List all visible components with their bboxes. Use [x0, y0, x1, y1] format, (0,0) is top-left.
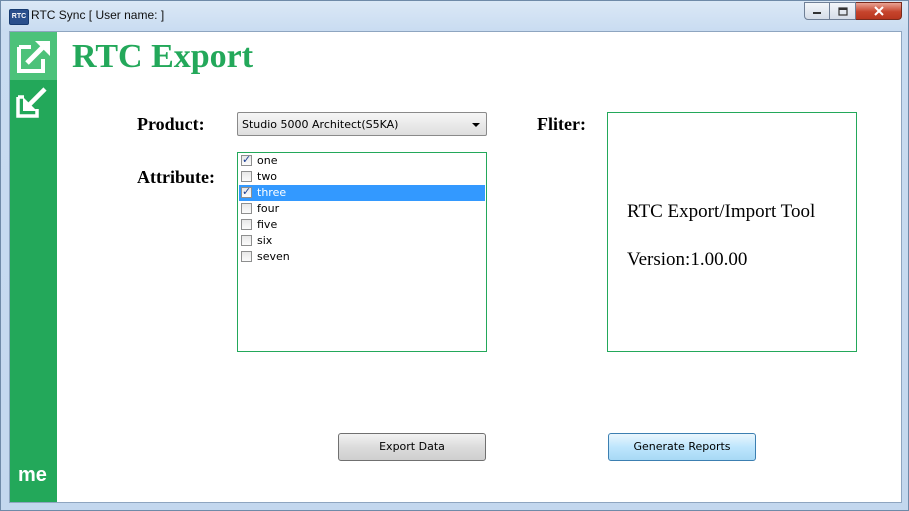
close-button[interactable] [856, 2, 902, 20]
product-dropdown[interactable]: Studio 5000 Architect(S5KA) [237, 112, 487, 136]
window-title: RTC Sync [ User name: ] [31, 8, 165, 22]
checkbox-five[interactable] [241, 219, 252, 230]
list-item-label: three [257, 186, 287, 199]
list-item-label: two [257, 170, 278, 183]
list-item-label: six [257, 234, 273, 247]
page-title: RTC Export [72, 38, 254, 75]
import-arrow-icon [16, 87, 47, 118]
attribute-item-one[interactable]: one [239, 153, 485, 169]
sidebar-footer-logo: me [18, 464, 47, 486]
chevron-down-icon [472, 123, 480, 127]
attribute-list[interactable]: one two three four five six [237, 152, 487, 352]
close-icon [873, 6, 884, 16]
attribute-item-five[interactable]: five [239, 217, 485, 233]
version-text: Version:1.00.00 [627, 249, 748, 270]
attribute-item-four[interactable]: four [239, 201, 485, 217]
filter-panel: RTC Export/Import Tool Version:1.00.00 [607, 112, 857, 352]
app-window: RTC RTC Sync [ User name: ] me RTC Expor… [0, 0, 909, 511]
list-item-label: one [257, 154, 278, 167]
attribute-item-two[interactable]: two [239, 169, 485, 185]
checkbox-four[interactable] [241, 203, 252, 214]
attribute-label: Attribute: [137, 167, 215, 187]
product-dropdown-value: Studio 5000 Architect(S5KA) [242, 118, 399, 131]
title-bar[interactable]: RTC RTC Sync [ User name: ] [1, 1, 908, 31]
minimize-button[interactable] [804, 2, 830, 20]
product-label: Product: [137, 114, 205, 134]
attribute-item-three[interactable]: three [239, 185, 485, 201]
checkbox-three[interactable] [241, 185, 252, 198]
generate-reports-button[interactable]: Generate Reports [608, 433, 756, 461]
export-arrow-icon [17, 41, 50, 73]
list-item-label: four [257, 202, 280, 215]
window-controls [804, 2, 902, 20]
sidebar-item-export[interactable] [10, 32, 57, 80]
minimize-icon [813, 12, 821, 14]
checkbox-one[interactable] [241, 153, 252, 166]
tool-name-text: RTC Export/Import Tool [627, 201, 816, 222]
client-area: me RTC Export Product: Studio 5000 Archi… [9, 31, 902, 503]
sidebar: me [10, 32, 57, 502]
filter-label: Fliter: [537, 114, 586, 134]
list-item-label: seven [257, 250, 290, 263]
export-data-button[interactable]: Export Data [338, 433, 486, 461]
checkbox-two[interactable] [241, 171, 252, 182]
attribute-item-seven[interactable]: seven [239, 249, 485, 265]
list-item-label: five [257, 218, 278, 231]
app-logo-icon: RTC [9, 9, 29, 25]
checkbox-six[interactable] [241, 235, 252, 246]
attribute-item-six[interactable]: six [239, 233, 485, 249]
maximize-button[interactable] [830, 2, 856, 20]
sidebar-item-import[interactable] [10, 80, 57, 122]
maximize-icon [837, 6, 848, 16]
checkbox-seven[interactable] [241, 251, 252, 262]
